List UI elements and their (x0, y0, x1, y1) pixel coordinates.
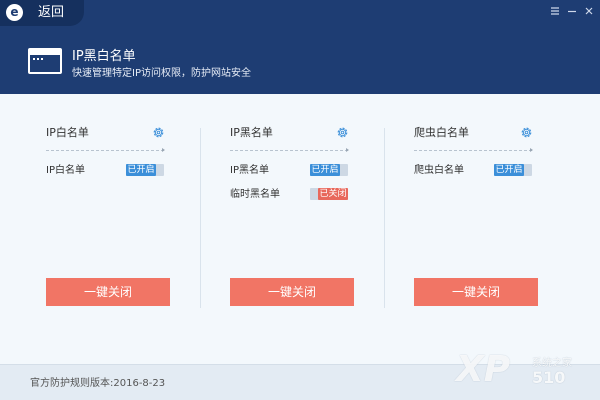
back-label: 返回 (38, 5, 65, 20)
gear-icon[interactable] (152, 126, 165, 139)
divider-line (230, 150, 348, 151)
minimize-icon[interactable] (565, 4, 579, 18)
gear-icon[interactable] (336, 126, 349, 139)
divider-arrow (162, 148, 165, 152)
toggle-status: 已开启 (310, 164, 340, 176)
menu-icon[interactable] (548, 4, 562, 18)
watermark-site: 系统之家 (532, 358, 572, 369)
divider-arrow (346, 148, 349, 152)
blacklist-toggle[interactable]: 已开启 (310, 164, 348, 176)
page-subtitle: 快速管理特定IP访问权限，防护网站安全 (72, 68, 251, 79)
setting-label: 爬虫白名单 (414, 165, 464, 176)
toggle-status: 已关闭 (318, 188, 348, 200)
panel-title: IP黑名单 (230, 126, 273, 139)
setting-row-ip-blacklist: IP黑名单 已开启 (230, 164, 352, 178)
header: e 返回 IP黑白名单 快速管理特定IP访问权限，防护网站安全 (0, 0, 600, 94)
close-ip-whitelist-button[interactable]: 一键关闭 (46, 278, 170, 306)
watermark-logo: XP 系统之家 510 (456, 348, 596, 396)
browser-window-icon (28, 48, 62, 74)
close-crawler-whitelist-button[interactable]: 一键关闭 (414, 278, 538, 306)
setting-label: 临时黑名单 (230, 189, 280, 200)
setting-row-temp-blacklist: 临时黑名单 已关闭 (230, 188, 352, 202)
toggle-status: 已开启 (126, 164, 156, 176)
panel-title: IP白名单 (46, 126, 89, 139)
rules-version-text: 官方防护规则版本:2016-8-23 (30, 378, 166, 389)
setting-row-ip-whitelist: IP白名单 已开启 (46, 164, 168, 178)
watermark-brand: XP (456, 349, 511, 390)
watermark-number: 510 (532, 368, 566, 387)
temp-blacklist-toggle[interactable]: 已关闭 (310, 188, 348, 200)
app-logo-icon: e (6, 4, 23, 21)
whitelist-toggle[interactable]: 已开启 (126, 164, 164, 176)
panel-separator (200, 128, 201, 308)
close-icon[interactable] (582, 4, 596, 18)
back-button[interactable]: e 返回 (0, 0, 84, 26)
divider-line (414, 150, 532, 151)
panel-title: 爬虫白名单 (414, 126, 469, 139)
title-bar: e 返回 (0, 0, 600, 26)
gear-icon[interactable] (520, 126, 533, 139)
divider-arrow (530, 148, 533, 152)
setting-label: IP白名单 (46, 165, 85, 176)
toggle-status: 已开启 (494, 164, 524, 176)
setting-label: IP黑名单 (230, 165, 269, 176)
page-title: IP黑白名单 (72, 49, 136, 64)
crawler-whitelist-toggle[interactable]: 已开启 (494, 164, 532, 176)
divider-line (46, 150, 164, 151)
setting-row-crawler-whitelist: 爬虫白名单 已开启 (414, 164, 536, 178)
panel-separator (384, 128, 385, 308)
close-ip-blacklist-button[interactable]: 一键关闭 (230, 278, 354, 306)
